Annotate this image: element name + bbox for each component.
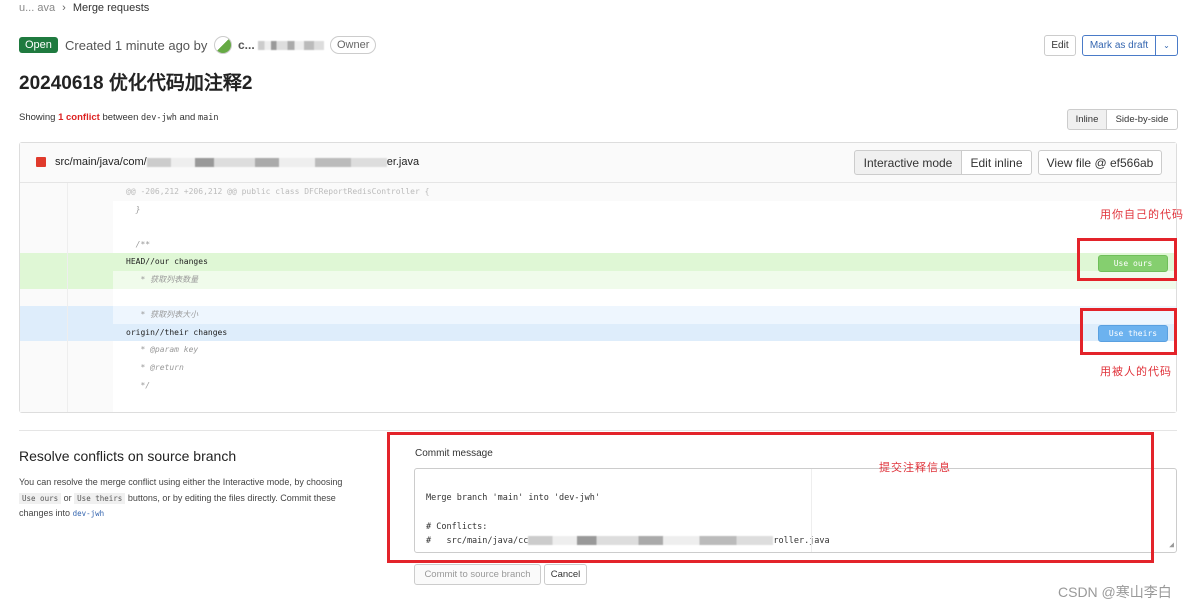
code-text: * @param key	[113, 341, 1176, 359]
file-path: src/main/java/com/er.java	[55, 156, 419, 168]
code-line: /**	[20, 235, 1176, 254]
summary-showing: Showing	[19, 112, 56, 123]
line-gutter	[20, 341, 113, 359]
code-line: */	[20, 376, 1176, 395]
line-gutter	[20, 394, 113, 412]
code-text: @@ -206,212 +206,212 @@ public class DFC…	[113, 183, 1176, 201]
cancel-button[interactable]: Cancel	[544, 564, 587, 585]
line-gutter	[20, 376, 113, 395]
target-branch: main	[197, 113, 219, 123]
breadcrumb: u... ava › Merge requests	[19, 2, 149, 14]
inline-view-button[interactable]: Inline	[1067, 109, 1107, 130]
code-line: * 获取列表数量	[20, 271, 1176, 289]
line-gutter	[20, 306, 113, 324]
created-text: Created 1 minute ago by	[65, 38, 208, 53]
java-file-icon	[36, 157, 46, 167]
code-use-theirs: Use theirs	[74, 492, 126, 504]
code-line: * @return	[20, 359, 1176, 377]
annotation-ours: 用你自己的代码	[1100, 208, 1184, 221]
code-line	[20, 394, 1176, 412]
line-gutter	[20, 200, 113, 219]
annotation-box-ours	[1077, 238, 1177, 281]
breadcrumb-project[interactable]: u... ava	[19, 2, 55, 14]
breadcrumb-merge-requests[interactable]: Merge requests	[73, 2, 149, 14]
line-gutter	[20, 235, 113, 254]
code-text	[113, 218, 1176, 236]
code-line: * @param key	[20, 341, 1176, 359]
watermark: CSDN @寒山李白	[1058, 584, 1172, 600]
resolve-branch[interactable]: dev-jwh	[73, 509, 105, 518]
view-file-button[interactable]: View file @ ef566ab	[1038, 150, 1162, 175]
code-text: */	[113, 376, 1176, 395]
code-line: }	[20, 200, 1176, 219]
page-title: 20240618 优化代码加注释2	[19, 73, 253, 94]
mark-as-draft-button[interactable]: Mark as draft	[1082, 35, 1156, 56]
avatar[interactable]	[214, 36, 232, 54]
annotation-box-commit	[387, 432, 1154, 563]
line-gutter	[20, 323, 113, 342]
line-gutter	[20, 359, 113, 377]
code-line: @@ -206,212 +206,212 @@ public class DFC…	[20, 183, 1176, 201]
code-line: origin//their changes	[20, 323, 1176, 342]
line-gutter	[20, 218, 113, 236]
conflict-summary: Showing 1 conflict between dev-jwh and m…	[19, 112, 218, 123]
code-line: HEAD//our changes	[20, 253, 1176, 271]
resolve-text-3: changes into	[19, 508, 71, 518]
line-gutter	[20, 288, 113, 307]
code-line: * 获取列表大小	[20, 306, 1176, 324]
code-use-ours: Use ours	[19, 492, 62, 504]
author-name[interactable]: c...	[238, 38, 255, 52]
conflict-count: 1 conflict	[58, 112, 100, 123]
resolve-or: or	[63, 492, 72, 503]
resolve-text-2: buttons, or by editing the files directl…	[127, 492, 336, 503]
line-gutter	[20, 183, 113, 201]
code-text: origin//their changes	[113, 323, 1176, 342]
author-name-blurred	[258, 41, 324, 50]
file-path-end: er.java	[386, 156, 420, 168]
code-line	[20, 288, 1176, 307]
edit-button[interactable]: Edit	[1044, 35, 1076, 56]
resolve-description: You can resolve the merge conflict using…	[19, 475, 379, 522]
file-path-start: src/main/java/com/	[55, 156, 147, 168]
code-text: * 获取列表数量	[113, 271, 1176, 289]
code-line	[20, 218, 1176, 236]
commit-button[interactable]: Commit to source branch	[414, 564, 541, 585]
source-branch: dev-jwh	[141, 113, 177, 123]
section-divider	[19, 430, 1177, 431]
owner-badge: Owner	[330, 36, 377, 54]
summary-and: and	[179, 112, 196, 123]
annotation-theirs: 用被人的代码	[1100, 365, 1172, 378]
annotation-commit: 提交注释信息	[879, 461, 951, 474]
code-text	[113, 394, 1176, 412]
annotation-box-theirs	[1080, 308, 1177, 355]
status-badge: Open	[19, 37, 58, 53]
resize-handle-icon[interactable]: ◢	[1169, 538, 1174, 553]
resolve-heading: Resolve conflicts on source branch	[19, 448, 237, 464]
interactive-mode-button[interactable]: Interactive mode	[854, 150, 962, 175]
side-by-side-button[interactable]: Side-by-side	[1106, 109, 1178, 130]
code-text: * 获取列表大小	[113, 306, 1176, 324]
line-gutter	[20, 253, 113, 271]
summary-between: between	[102, 112, 139, 123]
code-text: }	[113, 200, 1176, 219]
code-text	[113, 288, 1176, 307]
line-gutter	[20, 271, 113, 289]
resolve-text-1: You can resolve the merge conflict using…	[19, 477, 343, 487]
code-text: /**	[113, 235, 1176, 254]
code-text: * @return	[113, 359, 1176, 377]
draft-dropdown-button[interactable]: ⌄	[1155, 35, 1178, 56]
edit-inline-button[interactable]: Edit inline	[961, 150, 1032, 175]
chevron-down-icon: ⌄	[1163, 41, 1170, 50]
breadcrumb-separator: ›	[62, 2, 66, 14]
code-text: HEAD//our changes	[113, 253, 1176, 271]
